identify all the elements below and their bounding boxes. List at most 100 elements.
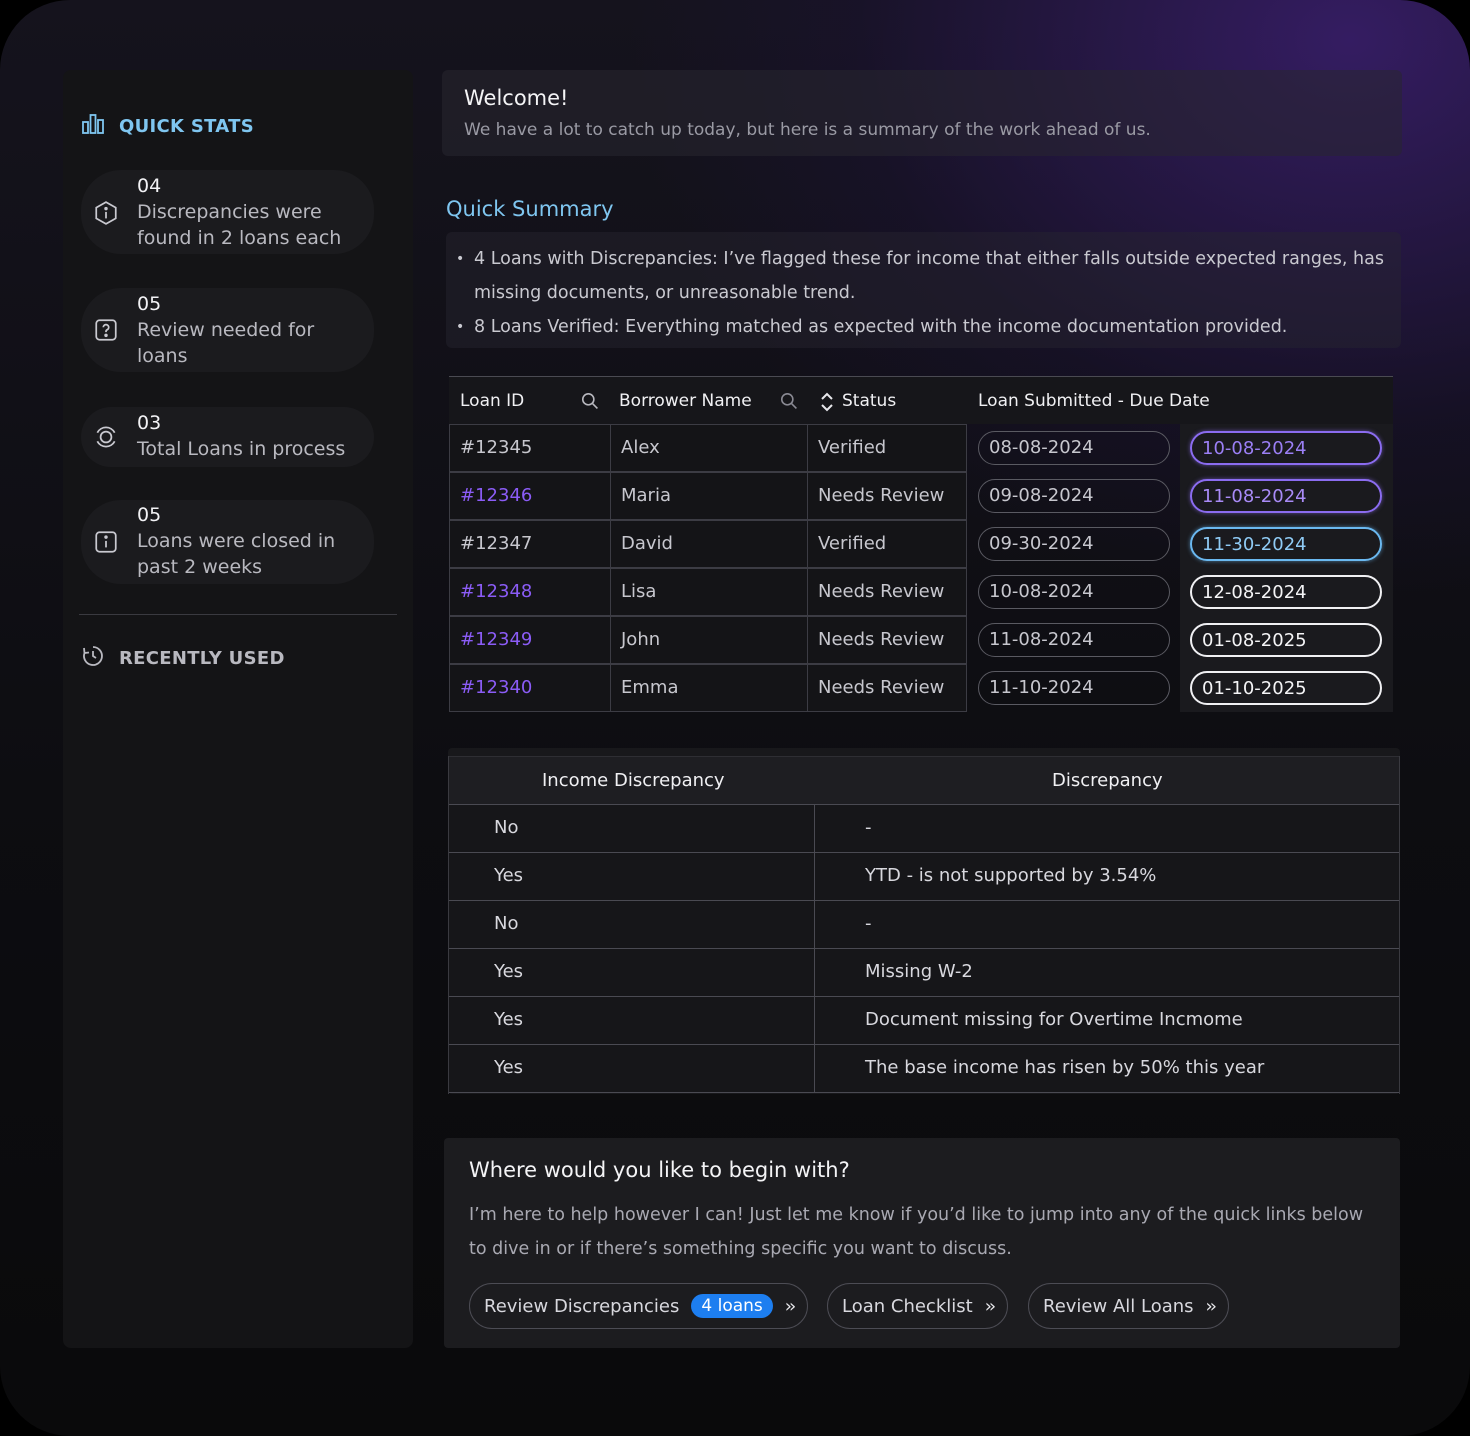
income-cell: No — [494, 913, 519, 934]
loan-id-cell[interactable]: #12345 — [449, 424, 611, 472]
submitted-date-pill: 08-08-2024 — [978, 431, 1170, 465]
borrower-cell: John — [610, 616, 808, 664]
borrower-cell: Maria — [610, 472, 808, 520]
income-cell: Yes — [494, 865, 524, 886]
table-row[interactable]: Yes Missing W-2 — [448, 949, 1400, 997]
search-icon[interactable] — [580, 391, 599, 414]
loan-checklist-button[interactable]: Loan Checklist ›› — [827, 1283, 1009, 1329]
stat-number: 03 — [137, 412, 162, 434]
status-cell: Needs Review — [807, 616, 967, 664]
borrower-cell: David — [610, 520, 808, 568]
stat-card-total-loans[interactable]: 03 Total Loans in process — [81, 407, 374, 467]
review-all-loans-button[interactable]: Review All Loans ›› — [1028, 1283, 1229, 1329]
discrepancy-cell: The base income has risen by 50% this ye… — [865, 1057, 1265, 1078]
table-row[interactable]: No - — [448, 805, 1400, 853]
table-row[interactable]: #12345 Alex Verified — [449, 424, 967, 472]
submitted-date-pill: 11-10-2024 — [978, 671, 1170, 705]
stat-text: Total Loans in process — [137, 438, 346, 460]
table-row[interactable]: #12340 Emma Needs Review — [449, 664, 967, 712]
due-date-pill: 11-08-2024 — [1190, 479, 1382, 513]
question-square-icon — [93, 317, 119, 347]
stat-text: Loans were closed in past 2 weeks — [137, 530, 336, 578]
button-label: Review All Loans — [1043, 1295, 1194, 1317]
history-clock-icon — [81, 644, 105, 672]
income-cell: Yes — [494, 1057, 524, 1078]
begin-description: I’m here to help however I can! Just let… — [469, 1205, 1364, 1259]
quick-summary-box: 4 Loans with Discrepancies: I’ve flagged… — [446, 232, 1401, 348]
recently-used-header[interactable]: RECENTLY USED — [81, 644, 285, 672]
status-cell: Needs Review — [807, 472, 967, 520]
loan-id-cell[interactable]: #12348 — [449, 568, 611, 616]
borrower-cell: Alex — [610, 424, 808, 472]
loan-id-cell[interactable]: #12346 — [449, 472, 611, 520]
sidebar: QUICK STATS 04 Discrepancies were found … — [63, 70, 413, 1348]
header-status: Status — [842, 391, 897, 411]
table-row[interactable]: #12347 David Verified — [449, 520, 967, 568]
stat-card-review-needed[interactable]: 05 Review needed for loans — [81, 288, 374, 372]
welcome-card: Welcome! We have a lot to catch up today… — [442, 70, 1402, 156]
sort-icon[interactable] — [819, 392, 835, 416]
summary-bullet: 4 Loans with Discrepancies: I’ve flagged… — [456, 242, 1386, 310]
double-chevron-right-icon: ›› — [784, 1295, 797, 1317]
status-cell: Needs Review — [807, 568, 967, 616]
header-discrepancy: Discrepancy — [1052, 770, 1163, 791]
stat-number: 05 — [137, 293, 162, 315]
discrepancy-table: Income Discrepancy Discrepancy No - Yes … — [448, 748, 1400, 1094]
discrepancy-cell: Missing W-2 — [865, 961, 973, 982]
review-discrepancies-button[interactable]: Review Discrepancies 4 loans ›› — [469, 1283, 809, 1329]
column-divider — [814, 805, 815, 1093]
quick-stats-label: QUICK STATS — [119, 115, 254, 137]
welcome-subtitle: We have a lot to catch up today, but her… — [464, 120, 1151, 140]
stat-text: Review needed for loans — [137, 319, 315, 367]
submitted-date-pill: 11-08-2024 — [978, 623, 1170, 657]
due-date-pill: 01-08-2025 — [1190, 623, 1382, 657]
discrepancy-cell: Document missing for Overtime Incmome — [865, 1009, 1243, 1030]
double-chevron-right-icon: ›› — [984, 1295, 997, 1317]
borrower-cell: Lisa — [610, 568, 808, 616]
stat-number: 05 — [137, 504, 162, 526]
due-date-column-bg — [1180, 424, 1393, 712]
table-row[interactable]: Yes The base income has risen by 50% thi… — [448, 1045, 1400, 1093]
loan-count-badge: 4 loans — [691, 1294, 773, 1318]
loan-id-cell[interactable]: #12349 — [449, 616, 611, 664]
bar-chart-icon — [81, 112, 105, 140]
discrepancy-cell: - — [865, 913, 872, 934]
borrower-cell: Emma — [610, 664, 808, 712]
search-icon[interactable] — [779, 391, 798, 414]
status-cell: Needs Review — [807, 664, 967, 712]
loan-id-cell[interactable]: #12340 — [449, 664, 611, 712]
due-date-pill: 10-08-2024 — [1190, 431, 1382, 465]
status-cell: Verified — [807, 424, 967, 472]
status-cell: Verified — [807, 520, 967, 568]
info-square-icon — [93, 529, 119, 559]
sidebar-divider — [79, 614, 397, 615]
quick-summary-title: Quick Summary — [446, 197, 614, 221]
header-loan-id: Loan ID — [460, 391, 525, 411]
stat-card-closed-loans[interactable]: 05 Loans were closed in past 2 weeks — [81, 500, 374, 584]
begin-panel: Where would you like to begin with? I’m … — [444, 1138, 1400, 1348]
loan-id-cell[interactable]: #12347 — [449, 520, 611, 568]
discrepancy-cell: - — [865, 817, 872, 838]
header-income-discrepancy: Income Discrepancy — [542, 770, 725, 791]
app-frame: QUICK STATS 04 Discrepancies were found … — [0, 0, 1470, 1436]
table-row[interactable]: #12346 Maria Needs Review — [449, 472, 967, 520]
discrepancy-table-header: Income Discrepancy Discrepancy — [448, 756, 1400, 805]
begin-title: Where would you like to begin with? — [469, 1158, 850, 1182]
button-label: Loan Checklist — [842, 1295, 973, 1317]
stat-text: Discrepancies were found in 2 loans each — [137, 201, 342, 249]
due-date-pill: 12-08-2024 — [1190, 575, 1382, 609]
recently-used-label: RECENTLY USED — [119, 647, 285, 669]
submitted-date-pill: 09-08-2024 — [978, 479, 1170, 513]
submitted-date-pill: 10-08-2024 — [978, 575, 1170, 609]
stat-card-discrepancies[interactable]: 04 Discrepancies were found in 2 loans e… — [81, 170, 374, 254]
discrepancy-cell: YTD - is not supported by 3.54% — [865, 865, 1157, 886]
table-row[interactable]: Yes Document missing for Overtime Incmom… — [448, 997, 1400, 1045]
table-row[interactable]: No - — [448, 901, 1400, 949]
quick-stats-header: QUICK STATS — [81, 112, 254, 140]
income-cell: Yes — [494, 1009, 524, 1030]
button-label: Review Discrepancies — [484, 1295, 680, 1317]
table-row[interactable]: Yes YTD - is not supported by 3.54% — [448, 853, 1400, 901]
table-row[interactable]: #12349 John Needs Review — [449, 616, 967, 664]
table-row[interactable]: #12348 Lisa Needs Review — [449, 568, 967, 616]
income-cell: Yes — [494, 961, 524, 982]
